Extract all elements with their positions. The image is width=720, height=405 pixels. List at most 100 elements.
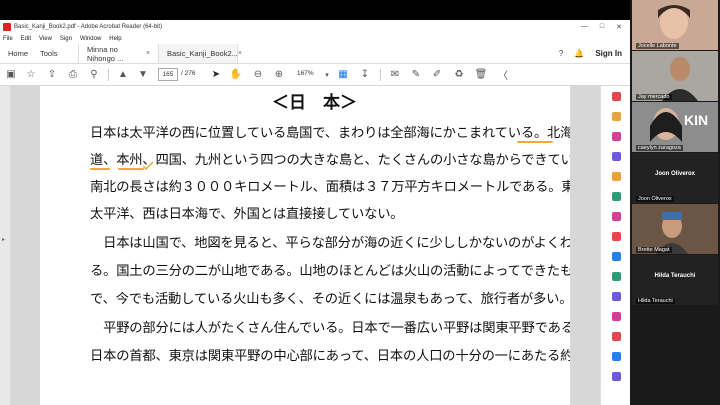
participant-name: Brette Magat — [636, 247, 672, 253]
tab-doc-kanji-label: Basic_Kanji_Book2... — [167, 49, 238, 58]
tab-doc-kanji[interactable]: Basic_Kanji_Book2... × — [158, 44, 242, 63]
text-line: 道、本州、四国、九州という四つの大きな島と、たくさんの小さな島からできている。 — [90, 153, 570, 168]
help-icon[interactable]: ? — [559, 49, 563, 58]
title-bar: Basic_Kanji_Book2.pdf - Adobe Acrobat Re… — [0, 20, 630, 33]
create-pdf-icon[interactable]: ▣ — [4, 67, 18, 82]
right-gutter — [570, 86, 600, 405]
export-pdf-icon[interactable] — [612, 92, 621, 101]
text-line: 日本は山国で、地図を見ると、平らな部分が海の近くに少ししかないのがよくわか — [90, 236, 570, 251]
text-line: 南北の長さは約３０００キロメートル、面積は３７万平方キロメートルである。東は — [90, 180, 570, 195]
zoom-in-icon[interactable]: ⊕ — [272, 67, 286, 82]
menu-edit[interactable]: Edit — [21, 36, 31, 42]
menu-bar: File Edit View Sign Window Help — [0, 33, 630, 44]
participant-name: caeylyn zaragoza — [636, 145, 683, 151]
previous-page-icon[interactable]: ▲ — [116, 67, 130, 82]
hand-tool-icon[interactable]: ✋ — [229, 67, 243, 82]
fill-sign-icon[interactable] — [612, 252, 621, 261]
menu-help[interactable]: Help — [109, 36, 121, 42]
close-icon[interactable]: ✕ — [616, 23, 622, 31]
comment-tool-icon[interactable] — [612, 172, 621, 181]
more-tools-icon[interactable] — [612, 372, 621, 381]
tab-home[interactable]: Home — [0, 44, 32, 63]
participant-name: Hilda Terauchi — [636, 298, 675, 304]
text-edit-icon[interactable]: 〈 — [496, 67, 510, 82]
draw-icon[interactable]: ✐ — [430, 67, 444, 82]
participant-tile[interactable]: KIN caeylyn zaragoza — [632, 102, 718, 152]
comment-icon[interactable]: ✉ — [388, 67, 402, 82]
background-text: KIN — [684, 112, 709, 128]
tabbar-right: ? 🔔 Sign In — [559, 44, 630, 63]
tools-pane — [600, 86, 630, 405]
organize-pages-icon[interactable] — [612, 192, 621, 201]
menu-sign[interactable]: Sign — [60, 36, 72, 42]
acrobat-window: Basic_Kanji_Book2.pdf - Adobe Acrobat Re… — [0, 20, 630, 405]
sign-in-button[interactable]: Sign In — [595, 49, 622, 58]
ink-underline — [517, 141, 553, 143]
chevron-down-icon[interactable]: ▾ — [322, 67, 332, 82]
tab-tools[interactable]: Tools — [32, 44, 78, 63]
participant-name: Jay mercado — [636, 94, 672, 100]
create-pdf-icon[interactable] — [612, 132, 621, 141]
minimize-icon[interactable]: — — [581, 23, 588, 31]
maximize-icon[interactable]: □ — [600, 23, 604, 31]
participant-name-center: Joon Oliverox — [654, 171, 695, 177]
text-line: 日本の首都、東京は関東平野の中心部にあって、日本の人口の十分の一にあたる約千 — [90, 349, 570, 364]
toolbar: ▣ ☆ ⇪ ⎙ ⚲ ▲ ▼ 165 / 276 ➤ ✋ ⊖ ⊕ 167% ▾ ▦… — [0, 64, 630, 86]
menu-file[interactable]: File — [3, 36, 13, 42]
participant-tile[interactable]: Joon Oliverox Joon Oliverox — [632, 153, 718, 203]
send-review-icon[interactable] — [612, 272, 621, 281]
delete-icon[interactable]: 🗑 — [474, 67, 488, 82]
select-cursor-icon[interactable]: ➤ — [209, 67, 223, 82]
notifications-icon[interactable]: 🔔 — [574, 49, 584, 58]
ink-underline — [90, 168, 110, 170]
participant-name: Joon Oliverox — [636, 196, 674, 202]
zoom-level[interactable]: 167% — [297, 70, 314, 77]
tab-tools-label: Tools — [40, 49, 58, 58]
menu-window[interactable]: Window — [80, 36, 101, 42]
redact-icon[interactable] — [612, 332, 621, 341]
next-page-icon[interactable]: ▼ — [136, 67, 150, 82]
tab-doc-minna-label: Minna no Nihongo ... — [87, 44, 124, 63]
tab-home-label: Home — [8, 49, 29, 58]
scroll-mode-icon[interactable]: ↧ — [358, 67, 372, 82]
protect-icon[interactable] — [612, 232, 621, 241]
window-controls: — □ ✕ — [581, 23, 622, 31]
participant-tile[interactable]: Hilda Terauchi Hilda Terauchi — [632, 255, 718, 305]
participant-name-center: Hilda Terauchi — [654, 273, 696, 279]
document-area[interactable]: ▸ ＜日 本＞ 日本は太平洋の西に位置している島国で、まわりは全部海にかこまれて… — [0, 86, 630, 405]
scan-ocr-icon[interactable] — [612, 212, 621, 221]
page-total: / 276 — [181, 70, 196, 77]
left-panel-handle[interactable]: ▸ — [0, 86, 10, 405]
window-title: Basic_Kanji_Book2.pdf - Adobe Acrobat Re… — [14, 23, 163, 30]
compare-icon[interactable] — [612, 292, 621, 301]
stamp-icon[interactable]: ♻ — [452, 67, 466, 82]
participant-tile[interactable]: Brette Magat — [632, 204, 718, 254]
tab-doc-minna[interactable]: Minna no Nihongo ... × — [78, 44, 158, 63]
participant-tile[interactable]: Jocelle Labonte — [632, 0, 718, 50]
text-line: 日本は太平洋の西に位置している島国で、まわりは全部海にかこまれている。北海 — [90, 126, 570, 141]
zoom-out-icon[interactable]: ⊖ — [251, 67, 265, 82]
print-production-icon[interactable] — [612, 352, 621, 361]
document-title: ＜日 本＞ — [272, 93, 357, 113]
upload-icon[interactable]: ⇪ — [45, 67, 59, 82]
participant-tile[interactable]: Jay mercado — [632, 51, 718, 101]
participant-name: Jocelle Labonte — [636, 43, 679, 49]
close-tab-icon[interactable]: × — [238, 50, 242, 57]
bookmark-star-icon[interactable]: ☆ — [24, 67, 38, 82]
edit-pdf-icon[interactable] — [612, 112, 621, 121]
fit-page-icon[interactable]: ▦ — [336, 67, 350, 82]
combine-files-icon[interactable] — [612, 152, 621, 161]
text-line: 平野の部分には人がたくさん住んでいる。日本で一番広い平野は関東平野である。 — [90, 321, 570, 336]
print-icon[interactable]: ⎙ — [66, 67, 80, 82]
pdf-page: ＜日 本＞ 日本は太平洋の西に位置している島国で、まわりは全部海にかこまれている… — [40, 86, 570, 405]
menu-view[interactable]: View — [39, 36, 52, 42]
text-line: 太平洋、西は日本海で、外国とは直接接していない。 — [90, 207, 404, 222]
search-icon[interactable]: ⚲ — [87, 67, 101, 82]
check-mark-icon — [142, 161, 154, 171]
highlight-pen-icon[interactable]: ✎ — [409, 67, 423, 82]
stamp-tool-icon[interactable] — [612, 312, 621, 321]
page-number-input[interactable]: 165 — [158, 68, 178, 81]
expand-arrow-icon[interactable]: ▸ — [2, 236, 5, 243]
close-tab-icon[interactable]: × — [146, 50, 150, 57]
zoom-gallery: Jocelle Labonte Jay mercado KIN caeylyn … — [630, 0, 720, 405]
